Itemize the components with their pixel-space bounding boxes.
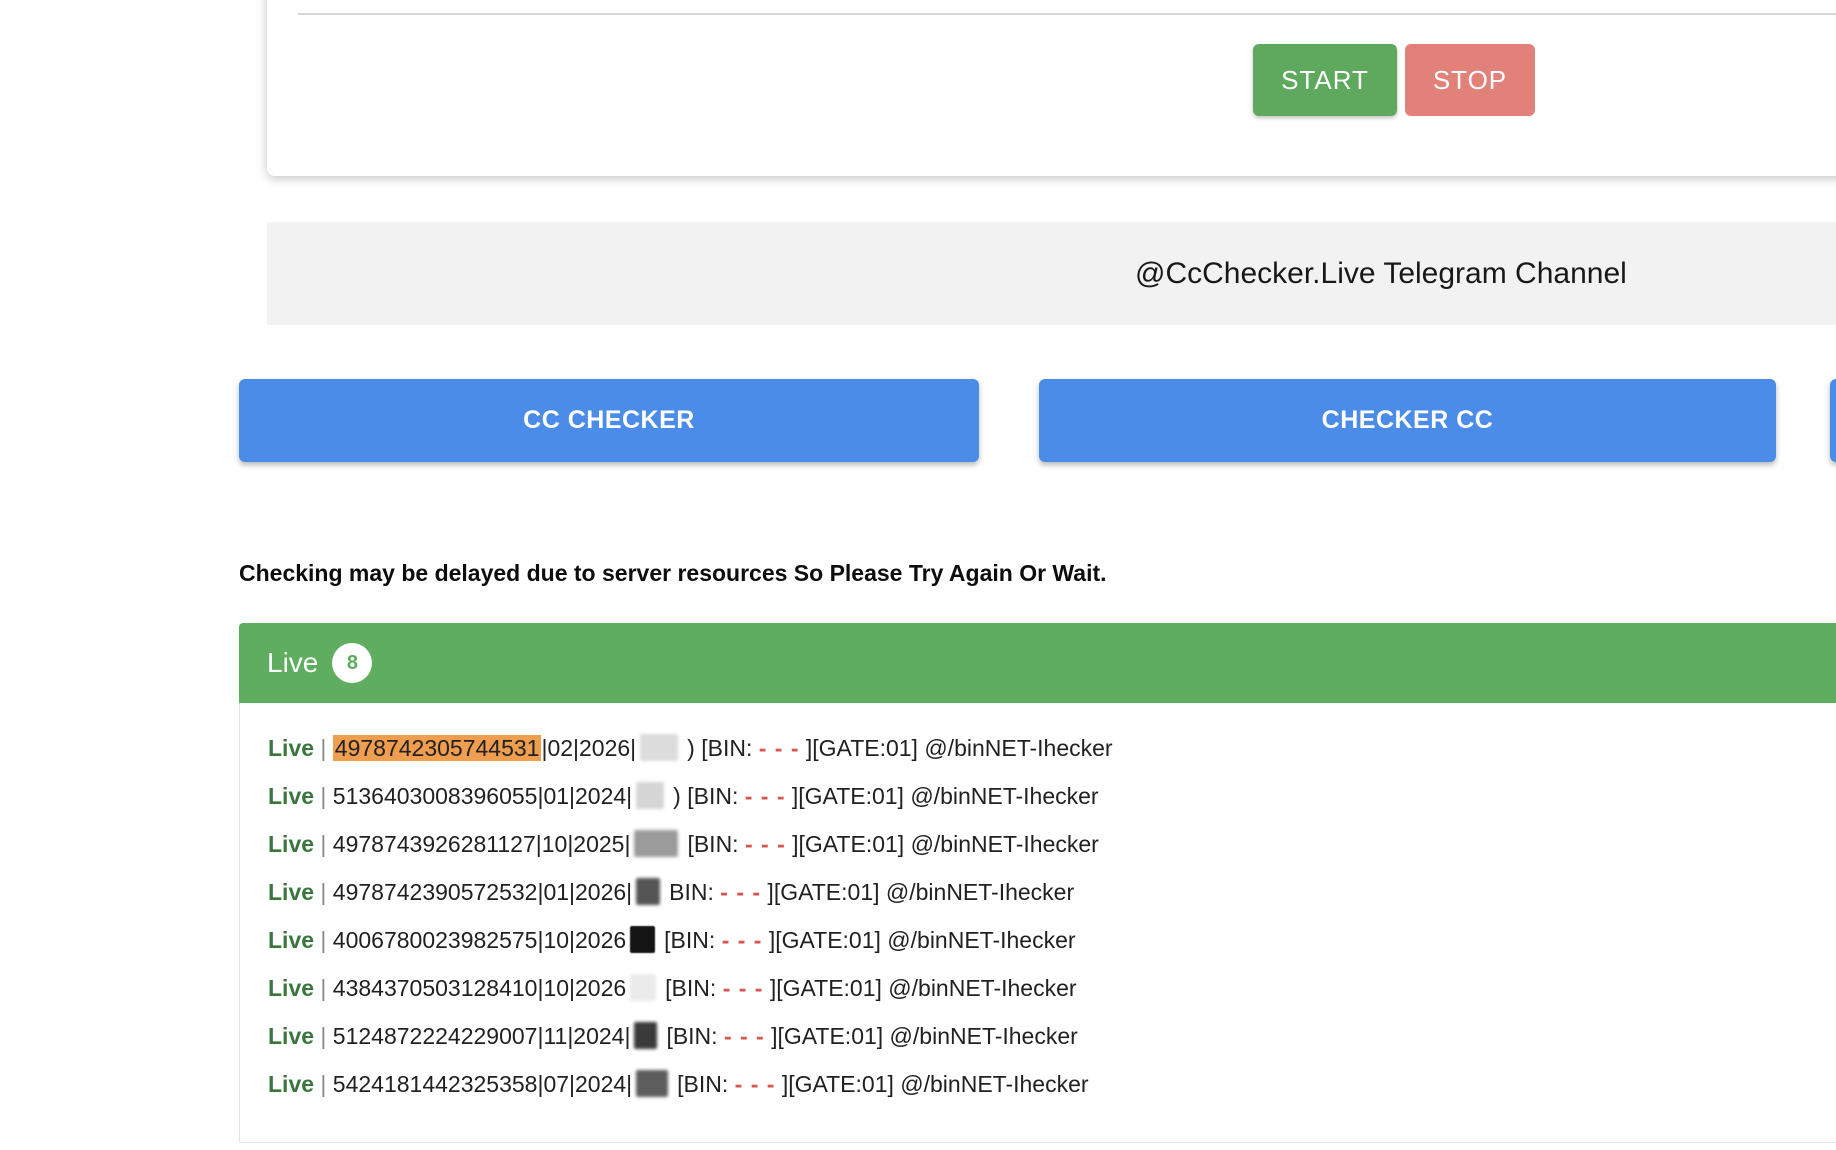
status-label: Live xyxy=(268,783,314,809)
expiry-text: |10|2025| xyxy=(536,831,631,857)
bin-dashes: - - - xyxy=(723,975,764,1001)
live-count-badge: 8 xyxy=(332,643,372,683)
gate-tag-text: ][GATE:01] @/binNET-Ihecker xyxy=(761,879,1074,905)
gate-tag-text: ][GATE:01] @/binNET-Ihecker xyxy=(775,1071,1088,1097)
bin-label: [BIN: xyxy=(665,975,723,1001)
bin-dashes: - - - xyxy=(724,1023,765,1049)
expiry-text: |01|2024| xyxy=(537,783,632,809)
card-number: 4978743926281127 xyxy=(333,831,536,857)
start-stop-button-row: START STOP xyxy=(1253,44,1535,116)
card-number: 5136403008396055 xyxy=(333,783,538,809)
divider xyxy=(298,13,1836,15)
status-label: Live xyxy=(268,879,314,905)
partial-action-button[interactable] xyxy=(1830,379,1836,462)
gate-tag-text: ][GATE:01] @/binNET-Ihecker xyxy=(800,735,1113,761)
separator: | xyxy=(314,927,333,953)
bin-label: [BIN: xyxy=(687,783,745,809)
redaction-block xyxy=(630,926,655,953)
cc-checker-button[interactable]: CC CHECKER xyxy=(239,379,979,462)
expiry-text: |07|2024| xyxy=(537,1071,632,1097)
separator: | xyxy=(314,975,333,1001)
checker-form-card: START STOP xyxy=(267,0,1836,176)
card-number: 4006780023982575 xyxy=(333,927,538,953)
page: START STOP @CcChecker.Live Telegram Chan… xyxy=(0,0,1836,1150)
bin-dashes: - - - xyxy=(745,831,786,857)
result-row: Live | 4978742390572532|01|2026| BIN: - -… xyxy=(268,878,1836,926)
bin-dashes: - - - xyxy=(745,783,786,809)
expiry-text: |10|2026 xyxy=(537,975,626,1001)
expiry-text: |11|2024| xyxy=(537,1023,630,1049)
separator: | xyxy=(314,1023,333,1049)
bin-dashes: - - - xyxy=(720,879,761,905)
live-results-panel: Live 8 Live | 4978742305744531|02|2026|)… xyxy=(239,623,1836,1143)
result-row: Live | 4978743926281127|10|2025| [BIN: - … xyxy=(268,830,1836,878)
card-number: 4978742305744531 xyxy=(333,735,542,761)
bin-label: [BIN: xyxy=(687,831,745,857)
bin-dashes: - - - xyxy=(759,735,800,761)
redaction-block xyxy=(630,974,656,1001)
bin-label: [BIN: xyxy=(664,927,722,953)
card-number: 5124872224229007 xyxy=(333,1023,538,1049)
card-number: 4384370503128410 xyxy=(333,975,538,1001)
card-number: 5424181442325358 xyxy=(333,1071,538,1097)
expiry-text: |02|2026| xyxy=(541,735,636,761)
gate-tag-text: ][GATE:01] @/binNET-Ihecker xyxy=(786,831,1099,857)
result-row: Live | 5124872224229007|11|2024| [BIN: - … xyxy=(268,1022,1836,1070)
bin-label: [BIN: xyxy=(677,1071,735,1097)
live-panel-title: Live xyxy=(267,647,318,679)
redaction-block xyxy=(640,734,678,761)
live-rows: Live | 4978742305744531|02|2026|) [BIN: … xyxy=(239,703,1836,1143)
redaction-block xyxy=(634,1022,657,1049)
expiry-text: |01|2026| xyxy=(537,879,632,905)
telegram-banner: @CcChecker.Live Telegram Channel xyxy=(267,222,1836,325)
result-row: Live | 5424181442325358|07|2024| [BIN: - … xyxy=(268,1070,1836,1118)
telegram-channel-text: @CcChecker.Live Telegram Channel xyxy=(1135,222,1627,325)
status-label: Live xyxy=(268,1023,314,1049)
status-label: Live xyxy=(268,735,314,761)
delay-notice: Checking may be delayed due to server re… xyxy=(239,560,1107,587)
status-label: Live xyxy=(268,927,314,953)
result-row: Live | 5136403008396055|01|2024|) [BIN: … xyxy=(268,782,1836,830)
result-row: Live | 4006780023982575|10|2026 [BIN: - -… xyxy=(268,926,1836,974)
redaction-block xyxy=(636,1070,668,1097)
separator: | xyxy=(314,735,333,761)
bin-label: [BIN: xyxy=(666,1023,724,1049)
separator: | xyxy=(314,783,333,809)
status-label: Live xyxy=(268,1071,314,1097)
status-label: Live xyxy=(268,831,314,857)
gate-tag-text: ][GATE:01] @/binNET-Ihecker xyxy=(762,927,1075,953)
bin-label: [BIN: xyxy=(701,735,759,761)
bin-dashes: - - - xyxy=(735,1071,776,1097)
status-label: Live xyxy=(268,975,314,1001)
card-number: 4978742390572532 xyxy=(333,879,538,905)
start-button[interactable]: START xyxy=(1253,44,1397,116)
stop-button[interactable]: STOP xyxy=(1405,44,1535,116)
checker-cc-button[interactable]: CHECKER CC xyxy=(1039,379,1776,462)
separator: | xyxy=(314,879,333,905)
gate-tag-text: ][GATE:01] @/binNET-Ihecker xyxy=(765,1023,1078,1049)
redaction-block xyxy=(636,782,664,809)
separator: | xyxy=(314,1071,333,1097)
after-censor-text: ) xyxy=(687,735,701,761)
gate-tag-text: ][GATE:01] @/binNET-Ihecker xyxy=(763,975,1076,1001)
bin-dashes: - - - xyxy=(722,927,763,953)
live-panel-header: Live 8 xyxy=(239,623,1836,703)
result-row: Live | 4384370503128410|10|2026 [BIN: - -… xyxy=(268,974,1836,1022)
expiry-text: |10|2026 xyxy=(537,927,626,953)
result-row: Live | 4978742305744531|02|2026|) [BIN: … xyxy=(268,734,1836,782)
bin-label: BIN: xyxy=(669,879,720,905)
redaction-block xyxy=(636,878,660,905)
redaction-block xyxy=(634,830,678,857)
separator: | xyxy=(314,831,333,857)
gate-tag-text: ][GATE:01] @/binNET-Ihecker xyxy=(786,783,1099,809)
after-censor-text: ) xyxy=(673,783,687,809)
